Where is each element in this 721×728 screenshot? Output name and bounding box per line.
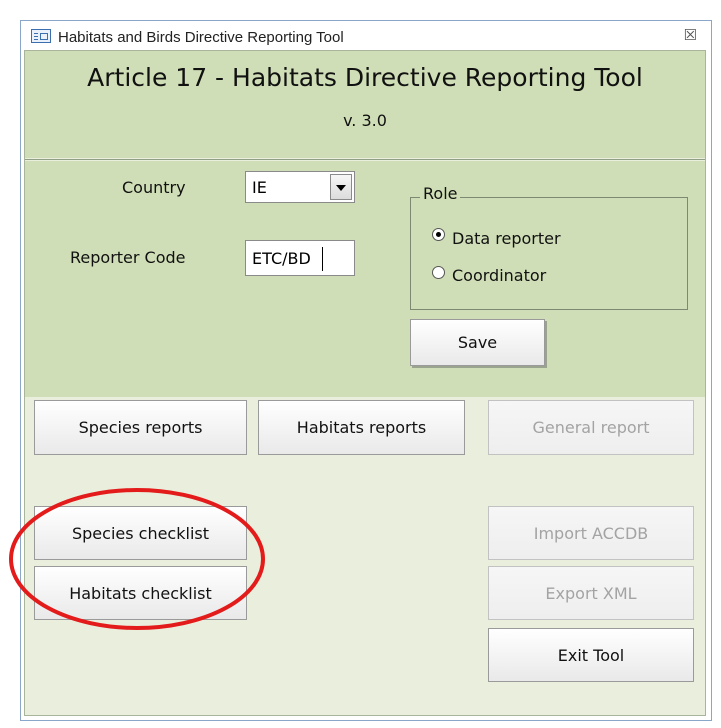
species-reports-button[interactable]: Species reports xyxy=(34,400,247,455)
general-report-button[interactable]: General report xyxy=(488,400,694,455)
text-caret xyxy=(322,247,323,271)
form-app-icon xyxy=(31,29,51,43)
window-title: Habitats and Birds Directive Reporting T… xyxy=(58,29,344,46)
reporter-code-field[interactable]: ETC/BD xyxy=(245,240,355,276)
habitats-checklist-button[interactable]: Habitats checklist xyxy=(34,566,247,620)
country-value: IE xyxy=(252,178,267,197)
radio-data-reporter[interactable] xyxy=(432,228,445,241)
country-label: Country xyxy=(122,178,186,197)
form-header: Article 17 - Habitats Directive Reportin… xyxy=(25,51,705,158)
reporter-code-value: ETC/BD xyxy=(252,249,311,268)
radio-label-data-reporter: Data reporter xyxy=(452,229,561,248)
export-xml-button[interactable]: Export XML xyxy=(488,566,694,620)
import-accdb-button[interactable]: Import ACCDB xyxy=(488,506,694,560)
species-checklist-button[interactable]: Species checklist xyxy=(34,506,247,560)
close-icon[interactable]: ☒ xyxy=(684,28,697,43)
version-label: v. 3.0 xyxy=(343,111,387,130)
page-title: Article 17 - Habitats Directive Reportin… xyxy=(87,63,643,92)
country-select[interactable]: IE xyxy=(245,171,355,203)
header-divider xyxy=(25,159,705,160)
role-group xyxy=(410,197,688,310)
habitats-reports-button[interactable]: Habitats reports xyxy=(258,400,465,455)
chevron-down-icon[interactable] xyxy=(330,174,352,200)
title-bar: Habitats and Birds Directive Reporting T… xyxy=(21,21,711,51)
radio-coordinator[interactable] xyxy=(432,266,445,279)
radio-label-coordinator: Coordinator xyxy=(452,266,547,285)
reporter-code-label: Reporter Code xyxy=(70,248,186,267)
save-button[interactable]: Save xyxy=(410,319,545,366)
exit-tool-button[interactable]: Exit Tool xyxy=(488,628,694,682)
role-legend: Role xyxy=(420,184,461,203)
